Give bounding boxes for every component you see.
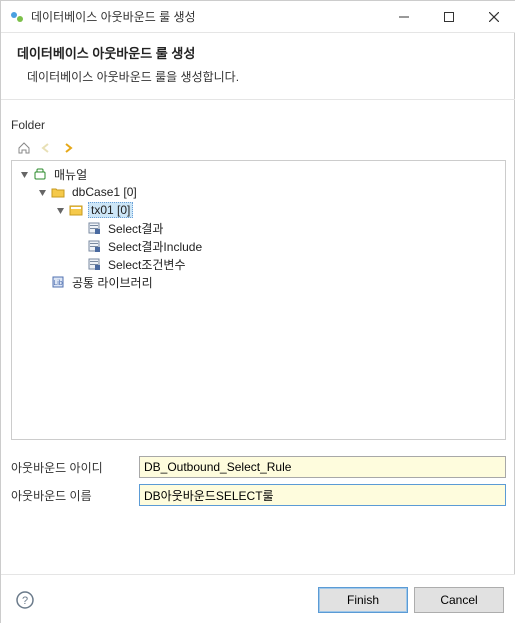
folder-toolbar [11,136,506,160]
tree-label: tx01 [0] [88,202,133,218]
app-icon [9,9,25,25]
tree-label: Select결과 [106,220,165,237]
result-icon [86,256,102,272]
project-icon [32,166,48,182]
outbound-id-input[interactable] [139,456,506,478]
tree-node-dbcase[interactable]: dbCase1 [0] [36,183,499,201]
tree-node-leaf[interactable]: Select결과 [72,219,499,237]
outbound-name-label: 아웃바운드 이름 [11,487,139,504]
result-icon [86,220,102,236]
tree-label: 매뉴얼 [52,166,89,183]
tree-label: Select결과Include [106,238,204,255]
expand-icon[interactable] [18,170,30,179]
help-icon[interactable]: ? [13,588,37,612]
tree-node-lib[interactable]: Lib 공통 라이브러리 [36,273,499,291]
home-icon[interactable] [15,139,33,157]
result-icon [86,238,102,254]
minimize-button[interactable] [381,2,426,32]
wizard-subtitle: 데이터베이스 아웃바운드 룰을 생성합니다. [17,68,500,85]
folder-tree[interactable]: 매뉴얼 db [11,160,506,440]
expand-icon[interactable] [36,188,48,197]
wizard-header: 데이터베이스 아웃바운드 룰 생성 데이터베이스 아웃바운드 룰을 생성합니다. [1,33,515,100]
folder-icon [50,184,66,200]
transaction-icon [68,202,84,218]
svg-text:Lib: Lib [53,280,62,287]
outbound-name-input[interactable] [139,484,506,506]
finish-button[interactable]: Finish [318,587,408,613]
form-area: 아웃바운드 아이디 아웃바운드 이름 [11,440,506,506]
close-button[interactable] [471,2,515,32]
folder-label: Folder [11,118,506,132]
window-title: 데이터베이스 아웃바운드 룰 생성 [31,8,381,25]
tree-node-leaf[interactable]: Select결과Include [72,237,499,255]
back-icon [37,139,55,157]
maximize-button[interactable] [426,2,471,32]
window-controls [381,2,515,32]
forward-icon[interactable] [59,139,77,157]
tree-label: Select조건변수 [106,256,188,273]
titlebar: 데이터베이스 아웃바운드 룰 생성 [1,1,515,33]
svg-text:?: ? [22,595,28,607]
tree-node-leaf[interactable]: Select조건변수 [72,255,499,273]
library-icon: Lib [50,274,66,290]
outbound-id-label: 아웃바운드 아이디 [11,459,139,476]
tree-node-tx[interactable]: tx01 [0] [54,201,499,219]
tree-label: 공통 라이브러리 [70,274,155,291]
wizard-title: 데이터베이스 아웃바운드 룰 생성 [17,43,500,62]
dialog-footer: ? Finish Cancel [1,574,515,624]
tree-label: dbCase1 [0] [70,185,139,199]
expand-icon[interactable] [54,206,66,215]
cancel-button[interactable]: Cancel [414,587,504,613]
tree-node-root[interactable]: 매뉴얼 [18,165,499,183]
